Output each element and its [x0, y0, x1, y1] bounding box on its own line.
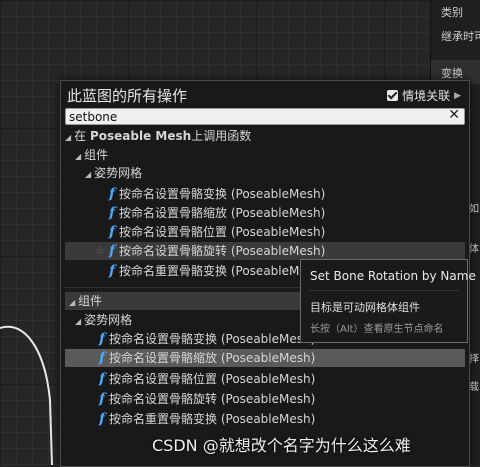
star-icon[interactable]: ☆ [95, 242, 105, 260]
search-input[interactable] [69, 109, 439, 124]
watermark: CSDN @就想改个名字为什么这么难 [152, 436, 411, 455]
context-sensitive-toggle[interactable]: 情境关联 ▶ [387, 87, 461, 104]
function-icon: f [109, 205, 116, 221]
triangle-down-icon: ◢ [75, 317, 82, 326]
transform-label: 变换 [441, 67, 463, 80]
function-icon: f [109, 186, 116, 202]
triangle-down-icon: ◢ [75, 152, 82, 161]
category-label: 类别 [441, 6, 463, 19]
function-icon: f [99, 331, 106, 347]
menu-title: 此蓝图的所有操作 [67, 87, 188, 105]
list-item[interactable]: f 按命名设置骨骼旋转 (PoseableMesh) [99, 390, 315, 408]
function-icon: f [99, 371, 106, 387]
list-item[interactable]: f 按命名设置骨骼缩放 (PoseableMesh) [109, 204, 325, 222]
chevron-right-icon[interactable]: ▶ [454, 91, 461, 101]
subgroup-pose-mesh-2[interactable]: ◢ 姿势网格 [75, 311, 132, 329]
triangle-down-icon: ◢ [85, 170, 92, 179]
function-icon: f [99, 391, 106, 407]
checkbox-icon[interactable] [387, 90, 399, 101]
group-components[interactable]: ◢ 组件 [75, 146, 108, 164]
function-icon: f [109, 263, 116, 279]
tooltip-divider [309, 290, 459, 291]
list-item-selected[interactable]: f 按命名设置骨骼缩放 (PoseableMesh) [65, 349, 465, 367]
list-item[interactable]: f 按命名重置骨骼变换 (PoseableMesh) [99, 410, 315, 428]
context-label: 情境关联 [402, 89, 451, 103]
list-item[interactable]: f 按命名重置骨骼变换 (PoseableMesh) [109, 262, 325, 280]
tooltip-title: Set Bone Rotation by Name [310, 269, 476, 283]
inherit-label: 继承时可 [441, 30, 480, 43]
search-box[interactable]: ✕ [65, 107, 465, 125]
function-icon: f [99, 350, 106, 366]
list-item[interactable]: f 按命名设置骨骼变换 (PoseableMesh) [109, 185, 325, 203]
subgroup-pose-mesh[interactable]: ◢ 姿势网格 [85, 164, 142, 182]
tooltip-hint: 长按（Alt）查看原生节点命名 [310, 324, 444, 335]
connection-wire [0, 325, 53, 465]
function-icon: f [99, 411, 106, 427]
triangle-down-icon: ◢ [65, 133, 72, 142]
function-icon: f [109, 243, 116, 259]
function-icon: f [109, 224, 116, 240]
list-item[interactable]: f 按命名设置骨骼变换 (PoseableMesh) [99, 330, 315, 348]
section-header-poseable-mesh[interactable]: ◢ 在 Poseable Mesh上调用函数 [65, 127, 251, 145]
triangle-down-icon: ◢ [69, 298, 76, 307]
list-item[interactable]: f 按命名设置骨骼位置 (PoseableMesh) [109, 223, 325, 241]
tooltip-target: 目标是可动网格体组件 [310, 301, 420, 314]
list-item[interactable]: f 按命名设置骨骼位置 (PoseableMesh) [99, 370, 315, 388]
list-item-hovered[interactable]: ☆ f 按命名设置骨骼旋转 (PoseableMesh) [65, 242, 465, 260]
tooltip: Set Bone Rotation by Name 目标是可动网格体组件 长按（… [300, 259, 476, 343]
close-icon[interactable]: ✕ [448, 107, 460, 123]
